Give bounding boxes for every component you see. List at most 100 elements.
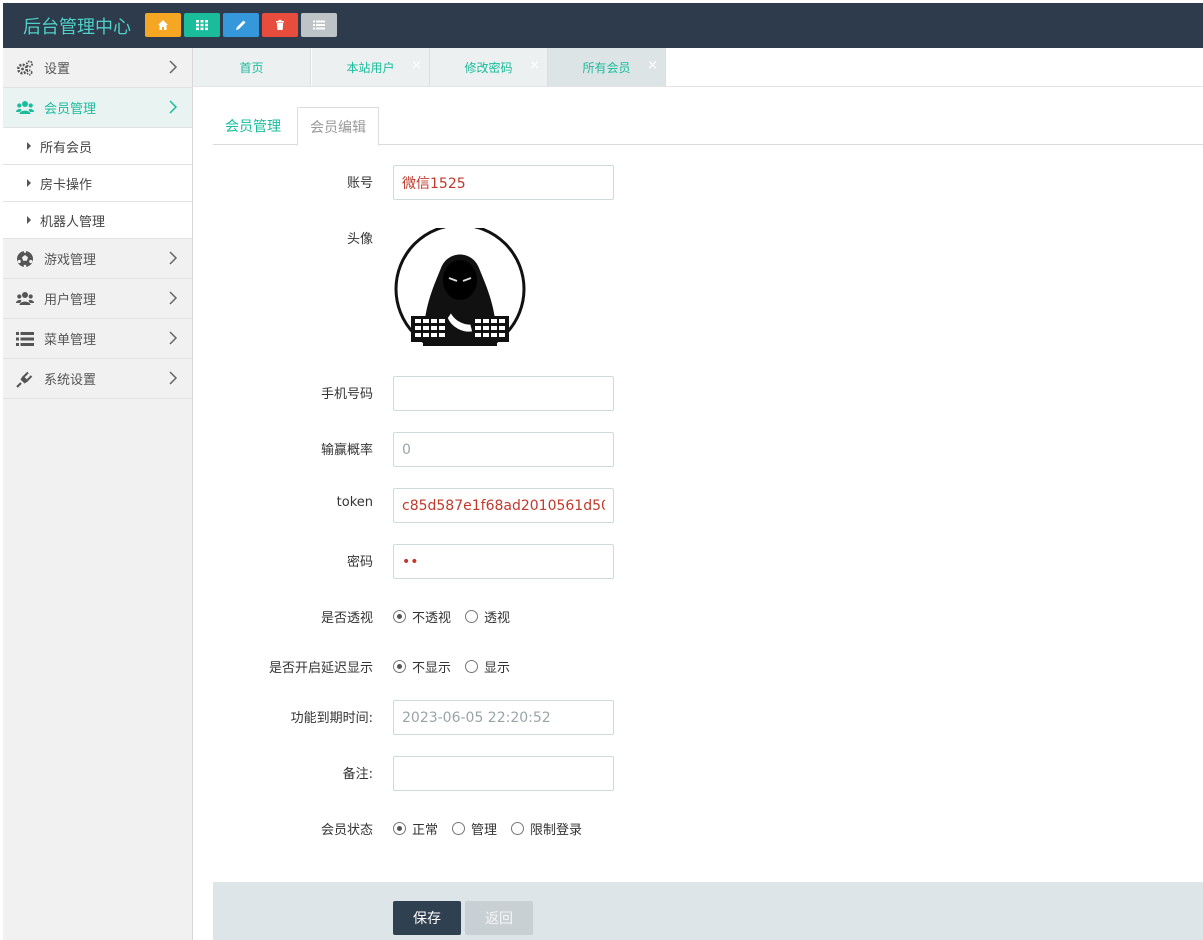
delay-display-radio-group: 不显示 显示 xyxy=(393,657,524,676)
tab-label: 修改密码 xyxy=(464,60,513,75)
radio-circle-checked[interactable] xyxy=(393,660,406,673)
tab-member-management[interactable]: 会员管理 xyxy=(213,107,293,145)
sidebar-subitem-all-members[interactable]: 所有会员 xyxy=(3,128,192,165)
sidebar-subitem-label: 房卡操作 xyxy=(40,177,93,193)
account-label: 账号 xyxy=(346,176,373,191)
see-through-radio-group: 不透视 透视 xyxy=(393,607,524,626)
sidebar-item-label: 系统设置 xyxy=(44,373,97,388)
edit-button[interactable] xyxy=(223,13,259,37)
avatar-image[interactable] xyxy=(393,228,527,346)
chevron-right-icon xyxy=(169,291,178,305)
list-button[interactable] xyxy=(301,13,337,37)
tab-label: 首页 xyxy=(239,60,264,75)
token-field[interactable] xyxy=(393,488,614,523)
win-rate-field[interactable] xyxy=(393,432,614,467)
sidebar: 设置 会员管理 所有会员 房卡操作 机器人管理 游戏管理 用户管理 菜单管理 系… xyxy=(3,48,193,940)
tab-label: 本站用户 xyxy=(346,60,395,75)
tab-member-edit[interactable]: 会员编辑 xyxy=(297,107,379,146)
radio-circle-checked[interactable] xyxy=(393,822,406,835)
sidebar-item-label: 用户管理 xyxy=(44,293,97,308)
account-field[interactable] xyxy=(393,165,614,200)
sidebar-item-label: 设置 xyxy=(44,62,71,77)
tab-site-users[interactable]: 本站用户 × xyxy=(312,48,430,86)
soccer-ball-icon xyxy=(15,249,35,269)
back-button[interactable]: 返回 xyxy=(465,901,533,935)
avatar-label: 头像 xyxy=(346,232,373,247)
sidebar-item-label: 会员管理 xyxy=(44,102,97,117)
radio-status-restricted[interactable]: 限制登录 xyxy=(511,819,582,838)
delete-button[interactable] xyxy=(262,13,298,37)
sidebar-subitem-room-card[interactable]: 房卡操作 xyxy=(3,165,192,202)
radio-no-see-through[interactable]: 不透视 xyxy=(393,607,451,626)
radio-label: 显示 xyxy=(484,661,511,676)
sidebar-item-menus[interactable]: 菜单管理 xyxy=(3,319,192,359)
sidebar-subitem-robots[interactable]: 机器人管理 xyxy=(3,202,192,239)
radio-no-display[interactable]: 不显示 xyxy=(393,657,451,676)
users-icon xyxy=(15,289,35,309)
tab-home[interactable]: 首页 xyxy=(193,48,311,86)
list-icon xyxy=(15,329,35,349)
password-label: 密码 xyxy=(346,555,373,570)
home-icon xyxy=(158,20,168,30)
radio-status-admin[interactable]: 管理 xyxy=(452,819,497,838)
radio-status-normal[interactable]: 正常 xyxy=(393,819,438,838)
chevron-right-icon xyxy=(169,251,178,265)
caret-right-icon xyxy=(27,142,31,150)
radio-label: 限制登录 xyxy=(530,823,583,838)
radio-display[interactable]: 显示 xyxy=(465,657,510,676)
grid-icon xyxy=(196,20,208,31)
password-field[interactable] xyxy=(393,544,614,579)
radio-see-through[interactable]: 透视 xyxy=(465,607,510,626)
close-icon[interactable]: × xyxy=(647,58,658,73)
radio-label: 透视 xyxy=(484,611,511,626)
expire-time-field[interactable] xyxy=(393,700,614,735)
close-icon[interactable]: × xyxy=(411,58,422,73)
sidebar-item-users[interactable]: 用户管理 xyxy=(3,279,192,319)
save-button[interactable]: 保存 xyxy=(393,901,461,935)
radio-label: 不显示 xyxy=(412,661,452,676)
expire-label: 功能到期时间: xyxy=(290,711,373,726)
status-radio-group: 正常 管理 限制登录 xyxy=(393,819,596,838)
radio-circle[interactable] xyxy=(465,610,479,623)
grid-button[interactable] xyxy=(184,13,220,37)
phone-field[interactable] xyxy=(393,376,614,411)
radio-label: 正常 xyxy=(412,823,439,838)
sidebar-subitem-label: 机器人管理 xyxy=(40,214,106,230)
tab-all-members[interactable]: 所有会员 × xyxy=(548,48,666,86)
form-row-avatar: 头像 xyxy=(213,228,1203,348)
chevron-right-icon xyxy=(169,60,178,74)
sidebar-item-members[interactable]: 会员管理 xyxy=(3,88,192,128)
home-button[interactable] xyxy=(145,13,181,37)
caret-right-icon xyxy=(27,216,31,224)
pencil-icon xyxy=(236,20,246,30)
delay-display-label: 是否开启延迟显示 xyxy=(268,661,373,676)
radio-circle[interactable] xyxy=(452,822,466,835)
tab-change-password[interactable]: 修改密码 × xyxy=(430,48,548,86)
sidebar-item-system[interactable]: 系统设置 xyxy=(3,359,192,399)
radio-label: 管理 xyxy=(471,823,498,838)
radio-circle[interactable] xyxy=(465,660,479,673)
sidebar-item-label: 游戏管理 xyxy=(44,253,97,268)
sidebar-item-settings[interactable]: 设置 xyxy=(3,48,192,88)
chevron-right-icon xyxy=(169,331,178,345)
remark-field[interactable] xyxy=(393,756,614,791)
close-icon[interactable]: × xyxy=(529,58,540,73)
plug-icon xyxy=(15,369,35,389)
gears-icon xyxy=(15,58,35,78)
tab-label: 所有会员 xyxy=(582,60,631,75)
trash-icon xyxy=(276,19,284,30)
phone-label: 手机号码 xyxy=(320,387,373,402)
remark-label: 备注: xyxy=(342,767,373,782)
chevron-right-icon xyxy=(169,371,178,385)
sidebar-item-games[interactable]: 游戏管理 xyxy=(3,239,192,279)
radio-circle-checked[interactable] xyxy=(393,610,406,623)
status-label: 会员状态 xyxy=(320,823,373,838)
caret-right-icon xyxy=(27,179,31,187)
sidebar-subitem-label: 所有会员 xyxy=(40,140,93,156)
chevron-right-icon xyxy=(169,100,178,114)
list-icon xyxy=(313,20,325,30)
brand-title: 后台管理中心 xyxy=(23,17,131,38)
form-actions-bar: 保存 返回 xyxy=(213,882,1203,940)
radio-circle[interactable] xyxy=(511,822,525,835)
win-rate-label: 输赢概率 xyxy=(320,443,373,458)
